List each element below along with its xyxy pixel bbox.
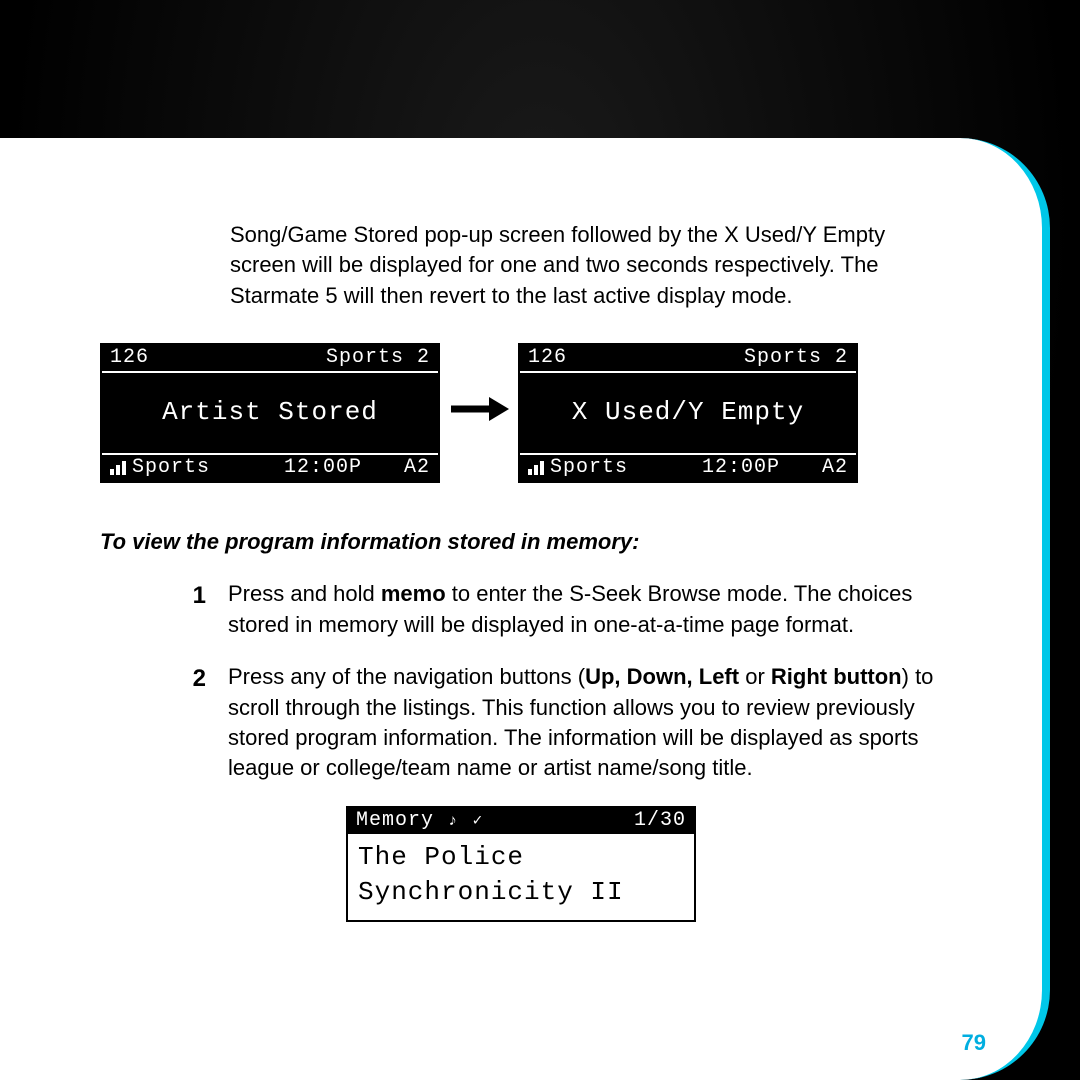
step-item: 1 Press and hold memo to enter the S-See… bbox=[170, 579, 942, 640]
lcd-category-bot: Sports bbox=[132, 454, 210, 482]
page-number: 79 bbox=[962, 1028, 986, 1058]
lcd-screen-right: 126 Sports 2 X Used/Y Empty Sports 12:00… bbox=[518, 343, 858, 483]
lcd-time: 12:00P bbox=[670, 454, 812, 482]
arrow-right-icon bbox=[440, 394, 518, 432]
check-icon: ✓ bbox=[473, 810, 484, 832]
lcd-left-footer: Sports 12:00P A2 bbox=[102, 455, 438, 481]
memory-count: 1/30 bbox=[634, 807, 686, 835]
lcd-time: 12:00P bbox=[252, 454, 394, 482]
lcd-screen-left: 126 Sports 2 Artist Stored Sports 12:00P… bbox=[100, 343, 440, 483]
lcd-left-message: Artist Stored bbox=[102, 371, 438, 455]
music-note-icon: ♪ bbox=[448, 810, 459, 832]
memory-lcd-header: Memory ♪ ✓ 1/30 bbox=[348, 808, 694, 834]
step-text: Press any of the navigation buttons (Up,… bbox=[228, 662, 942, 783]
steps-list: 1 Press and hold memo to enter the S-See… bbox=[170, 579, 942, 783]
memory-lcd: Memory ♪ ✓ 1/30 The Police Synchronicity… bbox=[346, 806, 696, 922]
lcd-right-header: 126 Sports 2 bbox=[520, 345, 856, 371]
memory-title: Synchronicity II bbox=[358, 875, 684, 910]
memory-label: Memory bbox=[356, 807, 434, 835]
lcd-category-top: Sports 2 bbox=[744, 344, 848, 372]
lcd-channel: 126 bbox=[528, 344, 567, 372]
lcd-preset: A2 bbox=[394, 454, 430, 482]
lcd-left-header: 126 Sports 2 bbox=[102, 345, 438, 371]
memory-lcd-body: The Police Synchronicity II bbox=[348, 834, 694, 920]
signal-icon bbox=[110, 461, 126, 475]
manual-page: Song/Game Stored pop-up screen followed … bbox=[0, 138, 1050, 1080]
step-item: 2 Press any of the navigation buttons (U… bbox=[170, 662, 942, 783]
lcd-right-message: X Used/Y Empty bbox=[520, 371, 856, 455]
lcd-screens-row: 126 Sports 2 Artist Stored Sports 12:00P… bbox=[100, 343, 942, 483]
intro-paragraph: Song/Game Stored pop-up screen followed … bbox=[230, 220, 922, 311]
lcd-channel: 126 bbox=[110, 344, 149, 372]
lcd-category-bot: Sports bbox=[550, 454, 628, 482]
step-text: Press and hold memo to enter the S-Seek … bbox=[228, 579, 942, 640]
lcd-category-top: Sports 2 bbox=[326, 344, 430, 372]
page-content: Song/Game Stored pop-up screen followed … bbox=[0, 138, 1042, 1080]
lcd-right-footer: Sports 12:00P A2 bbox=[520, 455, 856, 481]
signal-icon bbox=[528, 461, 544, 475]
memory-artist: The Police bbox=[358, 840, 684, 875]
section-subhead: To view the program information stored i… bbox=[100, 527, 942, 557]
lcd-preset: A2 bbox=[812, 454, 848, 482]
step-number: 2 bbox=[170, 662, 228, 783]
step-number: 1 bbox=[170, 579, 228, 640]
